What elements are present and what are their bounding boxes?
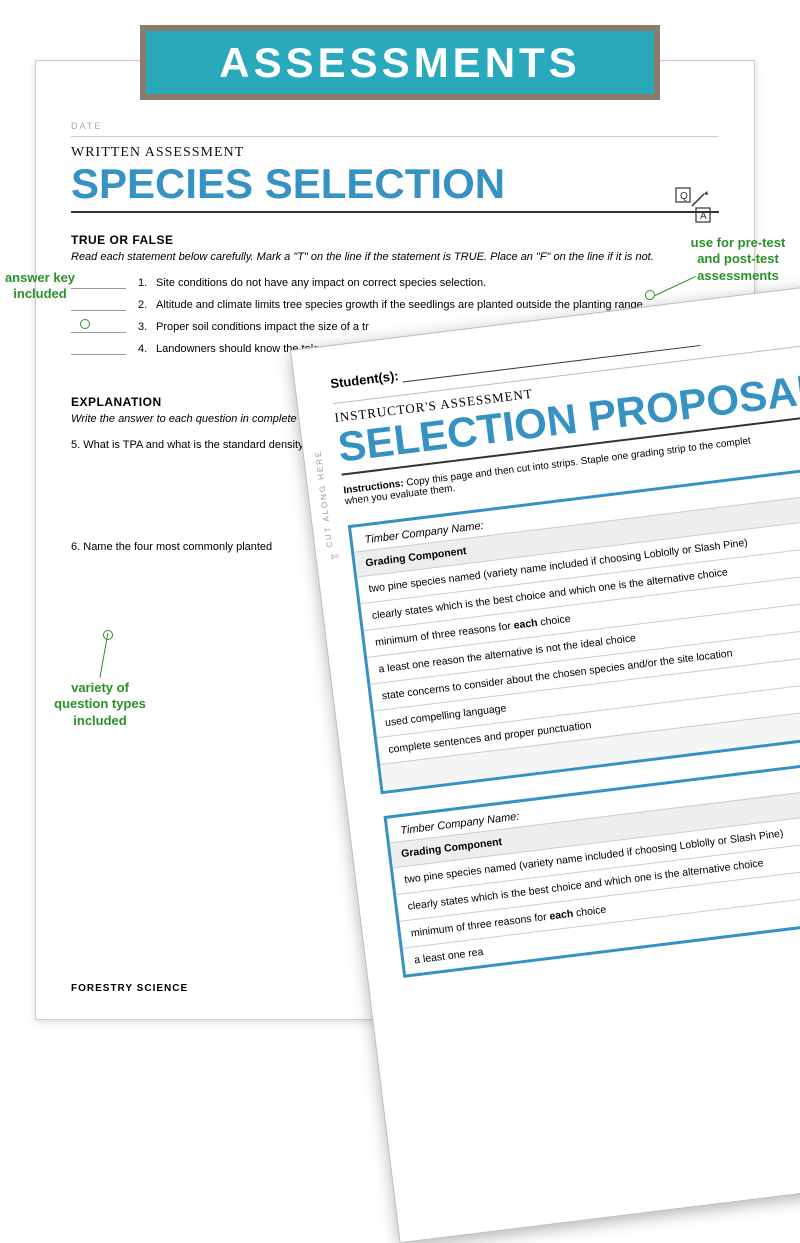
callout-pretest-posttest: use for pre-testand post-testassessments xyxy=(678,235,798,284)
divider-heavy xyxy=(71,211,719,213)
sheet-footer: FORESTRY SCIENCE xyxy=(71,983,188,994)
cut-along-label: CUT ALONG HERE xyxy=(313,449,334,548)
date-label: DATE xyxy=(71,121,719,131)
instructor-rubric-sheet-wrap: Student(s): INSTRUCTOR'S ASSESSMENT SELE… xyxy=(290,265,800,1243)
scissors-icon: ✄ xyxy=(330,552,340,564)
tf-question-row: 1. Site conditions do not have any impac… xyxy=(71,277,719,289)
question-text: Name the four most commonly planted xyxy=(83,541,272,553)
quiz-pencil-icon: Q A xyxy=(674,186,714,226)
svg-text:A: A xyxy=(700,211,707,222)
callout-marker-icon xyxy=(645,290,655,300)
question-text: What is TPA and what is the standard den… xyxy=(83,439,303,451)
question-number: 5. xyxy=(71,439,80,451)
question-number: 3. xyxy=(138,321,156,333)
question-number: 6. xyxy=(71,541,80,553)
student-label: Student(s): xyxy=(330,368,400,391)
rubric-box: Timber Company Name: Grading Component t… xyxy=(348,449,800,795)
callout-question-types: variety ofquestion typesincluded xyxy=(45,680,155,729)
true-false-instructions: Read each statement below carefully. Mar… xyxy=(71,251,719,263)
question-number: 2. xyxy=(138,299,156,311)
question-text: Site conditions do not have any impact o… xyxy=(156,277,719,289)
callout-marker-icon xyxy=(80,319,90,329)
banner-title: ASSESSMENTS xyxy=(219,39,580,87)
svg-text:Q: Q xyxy=(680,191,688,202)
instructor-rubric-sheet: Student(s): INSTRUCTOR'S ASSESSMENT SELE… xyxy=(290,265,800,1243)
divider xyxy=(71,136,719,137)
written-overline: WRITTEN ASSESSMENT xyxy=(71,145,719,161)
answer-blank[interactable] xyxy=(71,343,126,355)
species-title: SPECIES SELECTION xyxy=(71,163,719,205)
question-number: 1. xyxy=(138,277,156,289)
question-number: 4. xyxy=(138,343,156,355)
callout-answer-key: answer keyincluded xyxy=(0,270,80,303)
header-banner: ASSESSMENTS xyxy=(140,25,660,100)
true-false-heading: TRUE OR FALSE xyxy=(71,233,719,247)
